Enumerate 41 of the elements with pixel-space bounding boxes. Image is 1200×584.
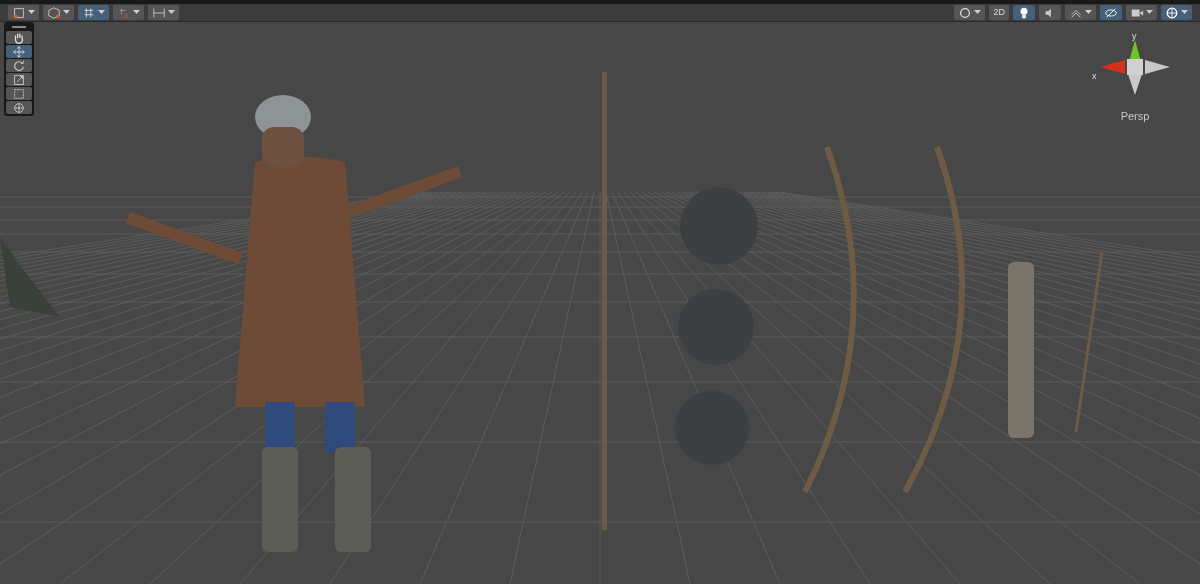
axis-label: y <box>1132 30 1137 43</box>
projection-label[interactable]: Persp <box>1120 108 1150 125</box>
toolbar-button[interactable] <box>1039 5 1061 20</box>
toolbar-button[interactable] <box>113 5 144 20</box>
cube-icon <box>47 5 61 20</box>
tool-button[interactable] <box>6 45 32 58</box>
toolbar-button[interactable] <box>1100 5 1122 20</box>
transform-icon <box>12 100 26 115</box>
rect-tool-icon <box>12 86 26 101</box>
toolbar-button[interactable] <box>8 5 39 20</box>
toolbar-button[interactable] <box>148 5 179 20</box>
tool-button[interactable] <box>6 59 32 72</box>
move-icon <box>12 44 26 59</box>
toolbar-button[interactable] <box>1161 5 1192 20</box>
scale-icon <box>12 72 26 87</box>
toolbar-button[interactable] <box>43 5 74 20</box>
caret-icon <box>1181 10 1188 15</box>
tool-button[interactable] <box>6 31 32 44</box>
caret-icon <box>1085 10 1092 15</box>
axis-label: x <box>1092 70 1097 83</box>
caret-icon <box>28 10 35 15</box>
caret-icon <box>98 10 105 15</box>
toolbar-button[interactable] <box>1126 5 1157 20</box>
caret-icon <box>133 10 140 15</box>
rotate-icon <box>12 58 26 73</box>
globe-icon <box>1165 5 1179 20</box>
toolbar-button[interactable] <box>1013 5 1035 20</box>
caret-icon <box>63 10 70 15</box>
tool-button[interactable] <box>6 101 32 114</box>
circle-icon <box>958 5 973 20</box>
toolbar-button[interactable]: 2D <box>989 5 1009 20</box>
tool-button[interactable] <box>6 73 32 86</box>
tool-button[interactable] <box>6 87 32 100</box>
drag-handle-icon[interactable] <box>12 26 26 28</box>
toolbar-button[interactable] <box>78 5 109 20</box>
caret-icon <box>1146 10 1153 15</box>
caret-icon <box>974 10 982 15</box>
toolbar-button[interactable] <box>954 5 986 20</box>
rectangle-icon <box>12 5 26 20</box>
caret-icon <box>168 10 175 15</box>
toolbar-button[interactable] <box>1065 5 1096 20</box>
